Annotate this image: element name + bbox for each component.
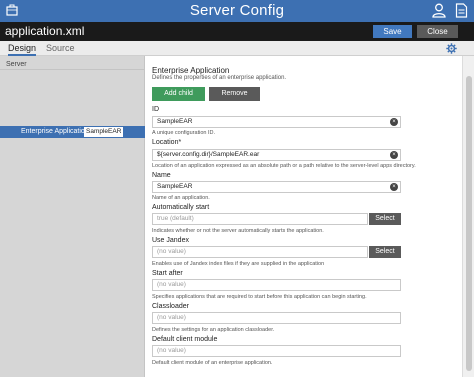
client-module-field[interactable]: (no value) xyxy=(152,345,401,357)
section-description: Defines the properties of an enterprise … xyxy=(152,75,287,81)
vertical-scrollbar[interactable] xyxy=(462,56,474,377)
classloader-label: Classloader xyxy=(152,303,189,310)
section-title: Enterprise Application xyxy=(152,66,230,75)
title-bar: Server Config xyxy=(0,0,474,22)
client-module-help: Default client module of an enterprise a… xyxy=(152,360,273,366)
tree-item-server[interactable]: Server xyxy=(0,59,145,70)
id-clear-icon[interactable]: × xyxy=(390,118,398,126)
classloader-field[interactable]: (no value) xyxy=(152,312,401,324)
tree-item-enterprise-application[interactable]: Enterprise Application SampleEAR xyxy=(0,126,145,138)
editor-tabs: Design Source xyxy=(0,41,474,56)
location-help: Location of an application expressed as … xyxy=(152,163,416,169)
autostart-label: Automatically start xyxy=(152,204,210,211)
jandex-field[interactable]: (no value) xyxy=(152,246,368,258)
start-after-label: Start after xyxy=(152,270,183,277)
autostart-select-button[interactable]: Select xyxy=(369,213,401,225)
tab-source[interactable]: Source xyxy=(46,42,75,56)
location-field[interactable]: ${server.config.dir}/SampleEAR.ear xyxy=(152,149,401,161)
close-button[interactable]: Close xyxy=(417,25,458,38)
tree-item-label: Enterprise Application xyxy=(21,128,89,135)
save-button[interactable]: Save xyxy=(373,25,412,38)
name-field[interactable]: SampleEAR xyxy=(152,181,401,193)
tab-design[interactable]: Design xyxy=(8,42,37,56)
id-label: ID xyxy=(152,106,159,113)
jandex-help: Enables use of Jandex index files if the… xyxy=(152,261,325,267)
add-child-button[interactable]: Add child xyxy=(152,87,205,101)
tree-item-id-badge: SampleEAR xyxy=(84,127,124,137)
start-after-field[interactable]: (no value) xyxy=(152,279,401,291)
config-tree: Server Enterprise Application SampleEAR xyxy=(0,56,145,377)
autostart-help: Indicates whether or not the server auto… xyxy=(152,228,324,234)
remove-button[interactable]: Remove xyxy=(209,87,260,101)
jandex-select-button[interactable]: Select xyxy=(369,246,401,258)
name-help: Name of an application. xyxy=(152,195,210,201)
location-clear-icon[interactable]: × xyxy=(390,151,398,159)
client-module-label: Default client module xyxy=(152,336,218,343)
id-help: A unique configuration ID. xyxy=(152,130,215,136)
gear-icon[interactable] xyxy=(446,43,457,54)
properties-panel: Enterprise Application Defines the prope… xyxy=(146,56,462,377)
user-icon[interactable] xyxy=(432,3,446,18)
scrollbar-thumb[interactable] xyxy=(466,76,472,371)
name-clear-icon[interactable]: × xyxy=(390,183,398,191)
classloader-help: Defines the settings for an application … xyxy=(152,327,275,333)
jandex-label: Use Jandex xyxy=(152,237,189,244)
autostart-field[interactable]: true (default) xyxy=(152,213,368,225)
id-field[interactable]: SampleEAR xyxy=(152,116,401,128)
location-label: Location* xyxy=(152,139,182,146)
file-bar: application.xml Save Close xyxy=(0,22,474,41)
file-name: application.xml xyxy=(5,24,85,38)
app-title: Server Config xyxy=(189,2,285,19)
start-after-help: Specifies applications that are required… xyxy=(152,294,367,300)
document-icon[interactable] xyxy=(455,3,468,18)
name-label: Name xyxy=(152,172,171,179)
